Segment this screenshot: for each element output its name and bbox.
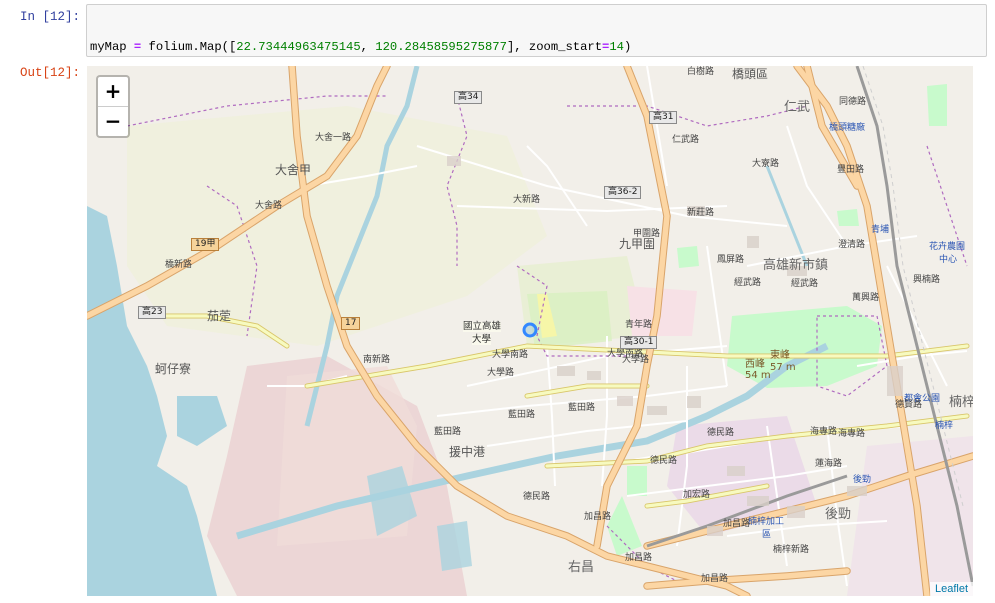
route-shield: 高30-1 (620, 336, 658, 349)
road-label: 藍田路 (568, 403, 596, 413)
code-token: 14 (609, 40, 624, 54)
road-label: 甲圍路 (633, 229, 661, 239)
road-label: 海專路 (810, 427, 838, 437)
road-label: 仁武路 (672, 135, 700, 145)
code-token: 120.28458595275877 (375, 40, 507, 54)
place-label: 國立高雄 (463, 321, 502, 332)
place-label: 橋頭區 (732, 67, 769, 81)
place-label: 楠梓 (949, 395, 973, 410)
road-label: 大新路 (513, 195, 541, 205)
road-label: 大舍路 (255, 201, 283, 211)
road-label: 藍田路 (508, 410, 536, 420)
place-label: 大學 (472, 334, 492, 345)
place-label: 茄萣 (207, 309, 232, 323)
road-label: 德民路 (650, 456, 678, 466)
road-label: 德民路 (523, 492, 551, 502)
output-prompt: Out[12]: (19, 66, 80, 80)
place-label: 54 m (745, 370, 771, 381)
code-token: , (360, 40, 376, 54)
zoom-out-button[interactable]: − (98, 107, 128, 136)
circle-marker (522, 322, 538, 338)
place-label: 青埔 (871, 225, 890, 235)
road-label: 藍田路 (434, 427, 462, 437)
road-label: 大學南路 (492, 350, 529, 360)
road-label: 加昌路 (584, 512, 612, 522)
road-label: 加昌路 (723, 519, 751, 529)
route-shield: 17 (341, 317, 361, 330)
road-label: 豐田路 (837, 165, 865, 175)
zoom-control: + − (96, 75, 130, 138)
place-label: 九甲圍 (619, 237, 656, 251)
code-token: ) (623, 40, 632, 54)
place-label: 花卉農園 (929, 242, 966, 252)
road-label: 楠梓新路 (773, 545, 810, 555)
place-label: 東峰 (770, 350, 790, 361)
place-label: 橋頭糖廠 (829, 123, 866, 133)
zoom-in-button[interactable]: + (98, 77, 128, 107)
code-token: folium.Map([ (141, 40, 237, 54)
place-label: 仁武 (784, 100, 811, 115)
place-label: 援中港 (449, 445, 486, 459)
place-label: 西峰 (745, 359, 765, 370)
road-label: 橋新路 (165, 260, 193, 270)
road-label: 大學路 (622, 355, 650, 365)
road-label: 大寮路 (752, 159, 780, 169)
code-token: ], zoom_start (506, 40, 603, 54)
road-label: 經武路 (791, 279, 819, 289)
road-label: 蓮海路 (815, 459, 843, 469)
road-label: 同德路 (839, 97, 867, 107)
input-prompt: In [12]: (19, 10, 80, 24)
road-label: 鳳屏路 (717, 255, 745, 265)
leaflet-map[interactable]: 橋頭區 仁武 橋頭糖廠 青埔 花卉農園 中心 高雄新市鎮 九甲圍 大舍甲 茄萣 … (87, 66, 973, 596)
place-label: 後勁 (825, 507, 852, 522)
road-label: 澄清路 (838, 240, 866, 250)
road-label: 經武路 (734, 278, 762, 288)
place-label: 57 m (770, 362, 796, 373)
road-label: 萬興路 (852, 293, 880, 303)
code-token: 22.73444963475145 (236, 40, 361, 54)
place-label: 楠梓 (935, 421, 954, 431)
place-label: 蚵仔寮 (155, 362, 192, 376)
place-label: 楠梓加工 (748, 517, 785, 527)
place-label: 右昌 (568, 560, 595, 575)
route-shield: 高23 (138, 306, 167, 319)
road-label: 德賢路 (895, 400, 923, 410)
road-label: 大舍一路 (315, 133, 352, 143)
place-label: 高雄新市鎮 (763, 258, 829, 273)
road-label: 青年路 (625, 320, 653, 330)
road-label: 新莊路 (687, 208, 715, 218)
road-label: 南新路 (363, 355, 391, 365)
route-shield: 高34 (454, 91, 483, 104)
code-line: myMap = folium.Map([22.73444963475145, 1… (90, 40, 983, 56)
route-shield: 19甲 (191, 238, 220, 251)
road-label: 加宏路 (683, 490, 711, 500)
route-shield: 高31 (649, 111, 678, 124)
code-cell[interactable]: myMap = folium.Map([22.73444963475145, 1… (86, 4, 987, 57)
leaflet-attribution-link[interactable]: Leaflet (929, 582, 973, 596)
road-label: 海專路 (838, 429, 866, 439)
road-label: 加昌路 (625, 553, 653, 563)
road-label: 白樹路 (687, 67, 715, 77)
code-token: myMap (90, 40, 134, 54)
road-label: 大學路 (487, 368, 515, 378)
place-label: 後勁 (853, 475, 872, 485)
place-label: 中心 (939, 255, 958, 265)
road-label: 德民路 (707, 428, 735, 438)
route-shield: 高36-2 (604, 186, 642, 199)
road-label: 興楠路 (913, 275, 941, 285)
road-label: 加昌路 (701, 574, 729, 584)
place-label: 區 (762, 530, 772, 540)
place-label: 大舍甲 (275, 163, 312, 177)
